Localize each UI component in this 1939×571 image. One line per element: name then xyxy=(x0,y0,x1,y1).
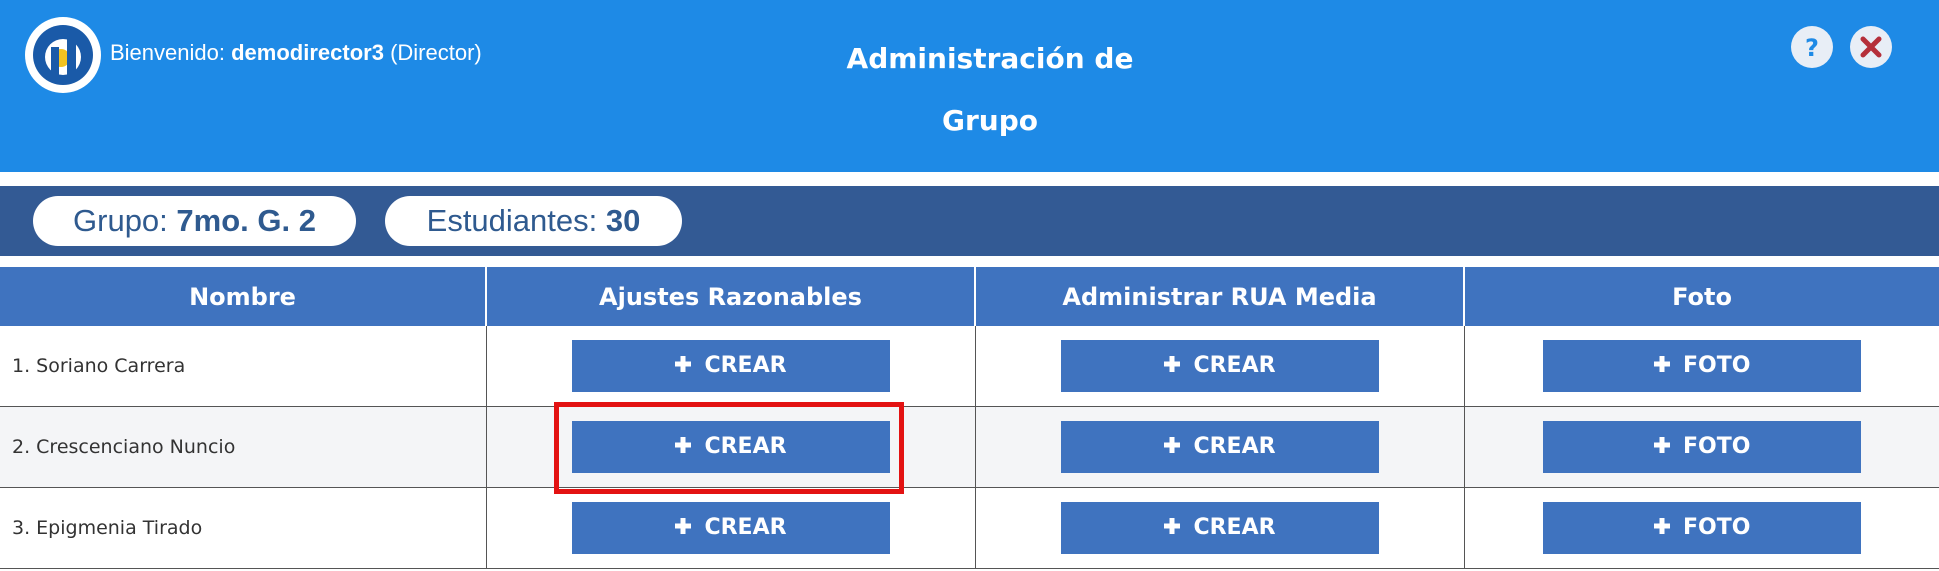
students-badge: Estudiantes: 30 xyxy=(385,196,682,246)
user-role: (Director) xyxy=(390,40,482,65)
foto-cell: FOTO xyxy=(1464,326,1939,407)
foto-cell: FOTO xyxy=(1464,406,1939,488)
foto-cell: FOTO xyxy=(1464,487,1939,569)
students-label: Estudiantes: xyxy=(426,203,598,238)
username: demodirector3 xyxy=(231,40,384,65)
help-button[interactable]: ? xyxy=(1791,26,1833,68)
close-button[interactable] xyxy=(1850,26,1892,68)
button-label: CREAR xyxy=(1193,515,1276,540)
table-row: 1. Soriano Carrera CREAR CREAR FOTO xyxy=(0,326,1939,407)
table-row: 3. Epigmenia Tirado CREAR CREAR FOTO xyxy=(0,487,1939,569)
button-label: CREAR xyxy=(704,353,787,378)
crear-rua-button[interactable]: CREAR xyxy=(1060,421,1379,473)
group-badge: Grupo: 7mo. G. 2 xyxy=(33,196,356,246)
table-row: 2. Crescenciano Nuncio CREAR CREAR FOTO xyxy=(0,406,1939,488)
student-name: 3. Epigmenia Tirado xyxy=(0,487,487,569)
button-label: FOTO xyxy=(1683,515,1751,540)
foto-button[interactable]: FOTO xyxy=(1542,421,1861,473)
welcome-text: Bienvenido: demodirector3 (Director) xyxy=(110,40,482,66)
button-label: FOTO xyxy=(1683,434,1751,459)
plus-icon xyxy=(675,437,692,453)
plus-icon xyxy=(1654,437,1671,453)
plus-icon xyxy=(1164,356,1181,372)
crear-rua-button[interactable]: CREAR xyxy=(1060,502,1379,554)
button-label: CREAR xyxy=(1193,353,1276,378)
group-value: 7mo. G. 2 xyxy=(176,203,316,238)
column-header-rua: Administrar RUA Media xyxy=(975,267,1465,326)
column-header-nombre: Nombre xyxy=(0,267,487,326)
ajustes-cell: CREAR xyxy=(486,326,976,407)
plus-icon xyxy=(1164,518,1181,534)
app-header: Bienvenido: demodirector3 (Director) Adm… xyxy=(0,0,1939,172)
plus-icon xyxy=(1654,356,1671,372)
students-table: Nombre Ajustes Razonables Administrar RU… xyxy=(0,267,1939,569)
column-header-ajustes: Ajustes Razonables xyxy=(486,267,976,326)
table-header-row: Nombre Ajustes Razonables Administrar RU… xyxy=(0,267,1939,326)
page-title-line1: Administración de xyxy=(846,42,1134,75)
plus-icon xyxy=(1164,437,1181,453)
crear-ajustes-button[interactable]: CREAR xyxy=(571,502,890,554)
plus-icon xyxy=(675,518,692,534)
student-name: 1. Soriano Carrera xyxy=(0,326,487,407)
foto-button[interactable]: FOTO xyxy=(1542,340,1861,392)
foto-button[interactable]: FOTO xyxy=(1542,502,1861,554)
close-icon xyxy=(1860,36,1882,58)
students-value: 30 xyxy=(605,203,641,238)
ajustes-cell: CREAR xyxy=(486,487,976,569)
rua-cell: CREAR xyxy=(975,406,1465,488)
crear-rua-button[interactable]: CREAR xyxy=(1060,340,1379,392)
column-header-foto: Foto xyxy=(1464,267,1939,326)
button-label: FOTO xyxy=(1683,353,1751,378)
logo-icon xyxy=(33,25,93,85)
welcome-prefix: Bienvenido: xyxy=(110,40,225,65)
ajustes-cell: CREAR xyxy=(486,406,976,488)
svg-text:?: ? xyxy=(1805,34,1819,62)
rua-cell: CREAR xyxy=(975,326,1465,407)
question-icon: ? xyxy=(1805,34,1819,62)
button-label: CREAR xyxy=(704,515,787,540)
crear-ajustes-button[interactable]: CREAR xyxy=(571,340,890,392)
page-title-line2: Grupo xyxy=(941,104,1038,137)
group-info-bar: Grupo: 7mo. G. 2 Estudiantes: 30 xyxy=(0,186,1939,256)
logo xyxy=(25,17,101,93)
crear-ajustes-button[interactable]: CREAR xyxy=(571,421,890,473)
page-title: Administración de Grupo xyxy=(760,28,1220,152)
plus-icon xyxy=(1654,518,1671,534)
button-label: CREAR xyxy=(704,434,787,459)
group-label: Grupo: xyxy=(73,203,168,238)
rua-cell: CREAR xyxy=(975,487,1465,569)
plus-icon xyxy=(675,356,692,372)
student-name: 2. Crescenciano Nuncio xyxy=(0,406,487,488)
header-divider xyxy=(0,172,1939,186)
button-label: CREAR xyxy=(1193,434,1276,459)
